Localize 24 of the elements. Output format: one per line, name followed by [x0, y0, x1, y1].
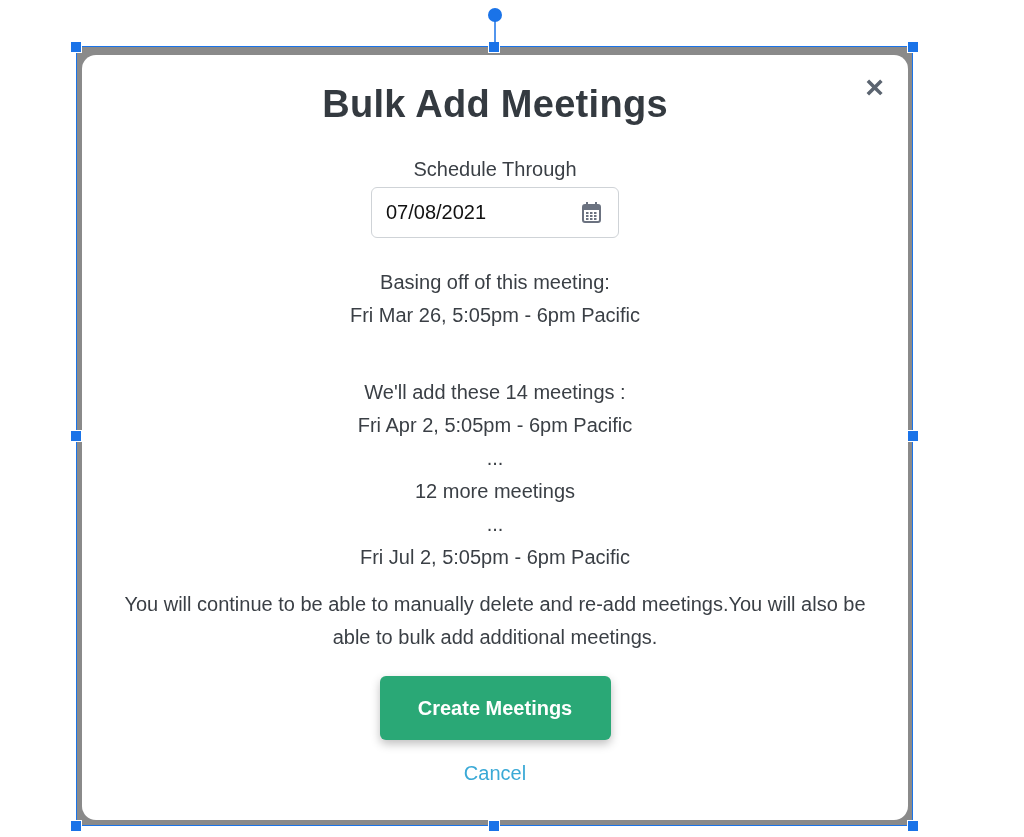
resize-handle[interactable] [70, 430, 82, 442]
resize-handle[interactable] [70, 41, 82, 53]
info-text: Fri Mar 26, 5:05pm - 6pm Pacific [349, 303, 641, 328]
info-text: Basing off of this meeting: [380, 270, 610, 295]
info-text: Fri Jul 2, 5:05pm - 6pm Pacific [359, 545, 631, 570]
dialog-title: Bulk Add Meetings [322, 83, 668, 126]
resize-handle[interactable] [907, 820, 919, 832]
info-text: Fri Apr 2, 5:05pm - 6pm Pacific [357, 413, 633, 438]
field-label: Schedule Through [413, 158, 577, 181]
info-text: 12 more meetings [414, 479, 576, 504]
calendar-icon[interactable] [582, 202, 601, 223]
note-text: You will continue to be able to manually delete and re-add meetings.You will also be able to bulk add additional meetings. [123, 592, 867, 650]
info-text: ... [486, 446, 504, 471]
info-text: We'll add these 14 meetings : [364, 380, 626, 405]
resize-handle[interactable] [488, 41, 500, 53]
rotate-handle[interactable] [487, 7, 503, 43]
date-field[interactable]: 07/08/2021 [371, 187, 619, 238]
resize-handle[interactable] [70, 820, 82, 832]
create-button[interactable]: Create Meetings [379, 676, 611, 740]
close-button[interactable]: × [861, 69, 888, 105]
resize-handle[interactable] [488, 820, 500, 832]
resize-handle[interactable] [907, 430, 919, 442]
resize-handle[interactable] [907, 41, 919, 53]
info-text: ... [486, 512, 504, 537]
